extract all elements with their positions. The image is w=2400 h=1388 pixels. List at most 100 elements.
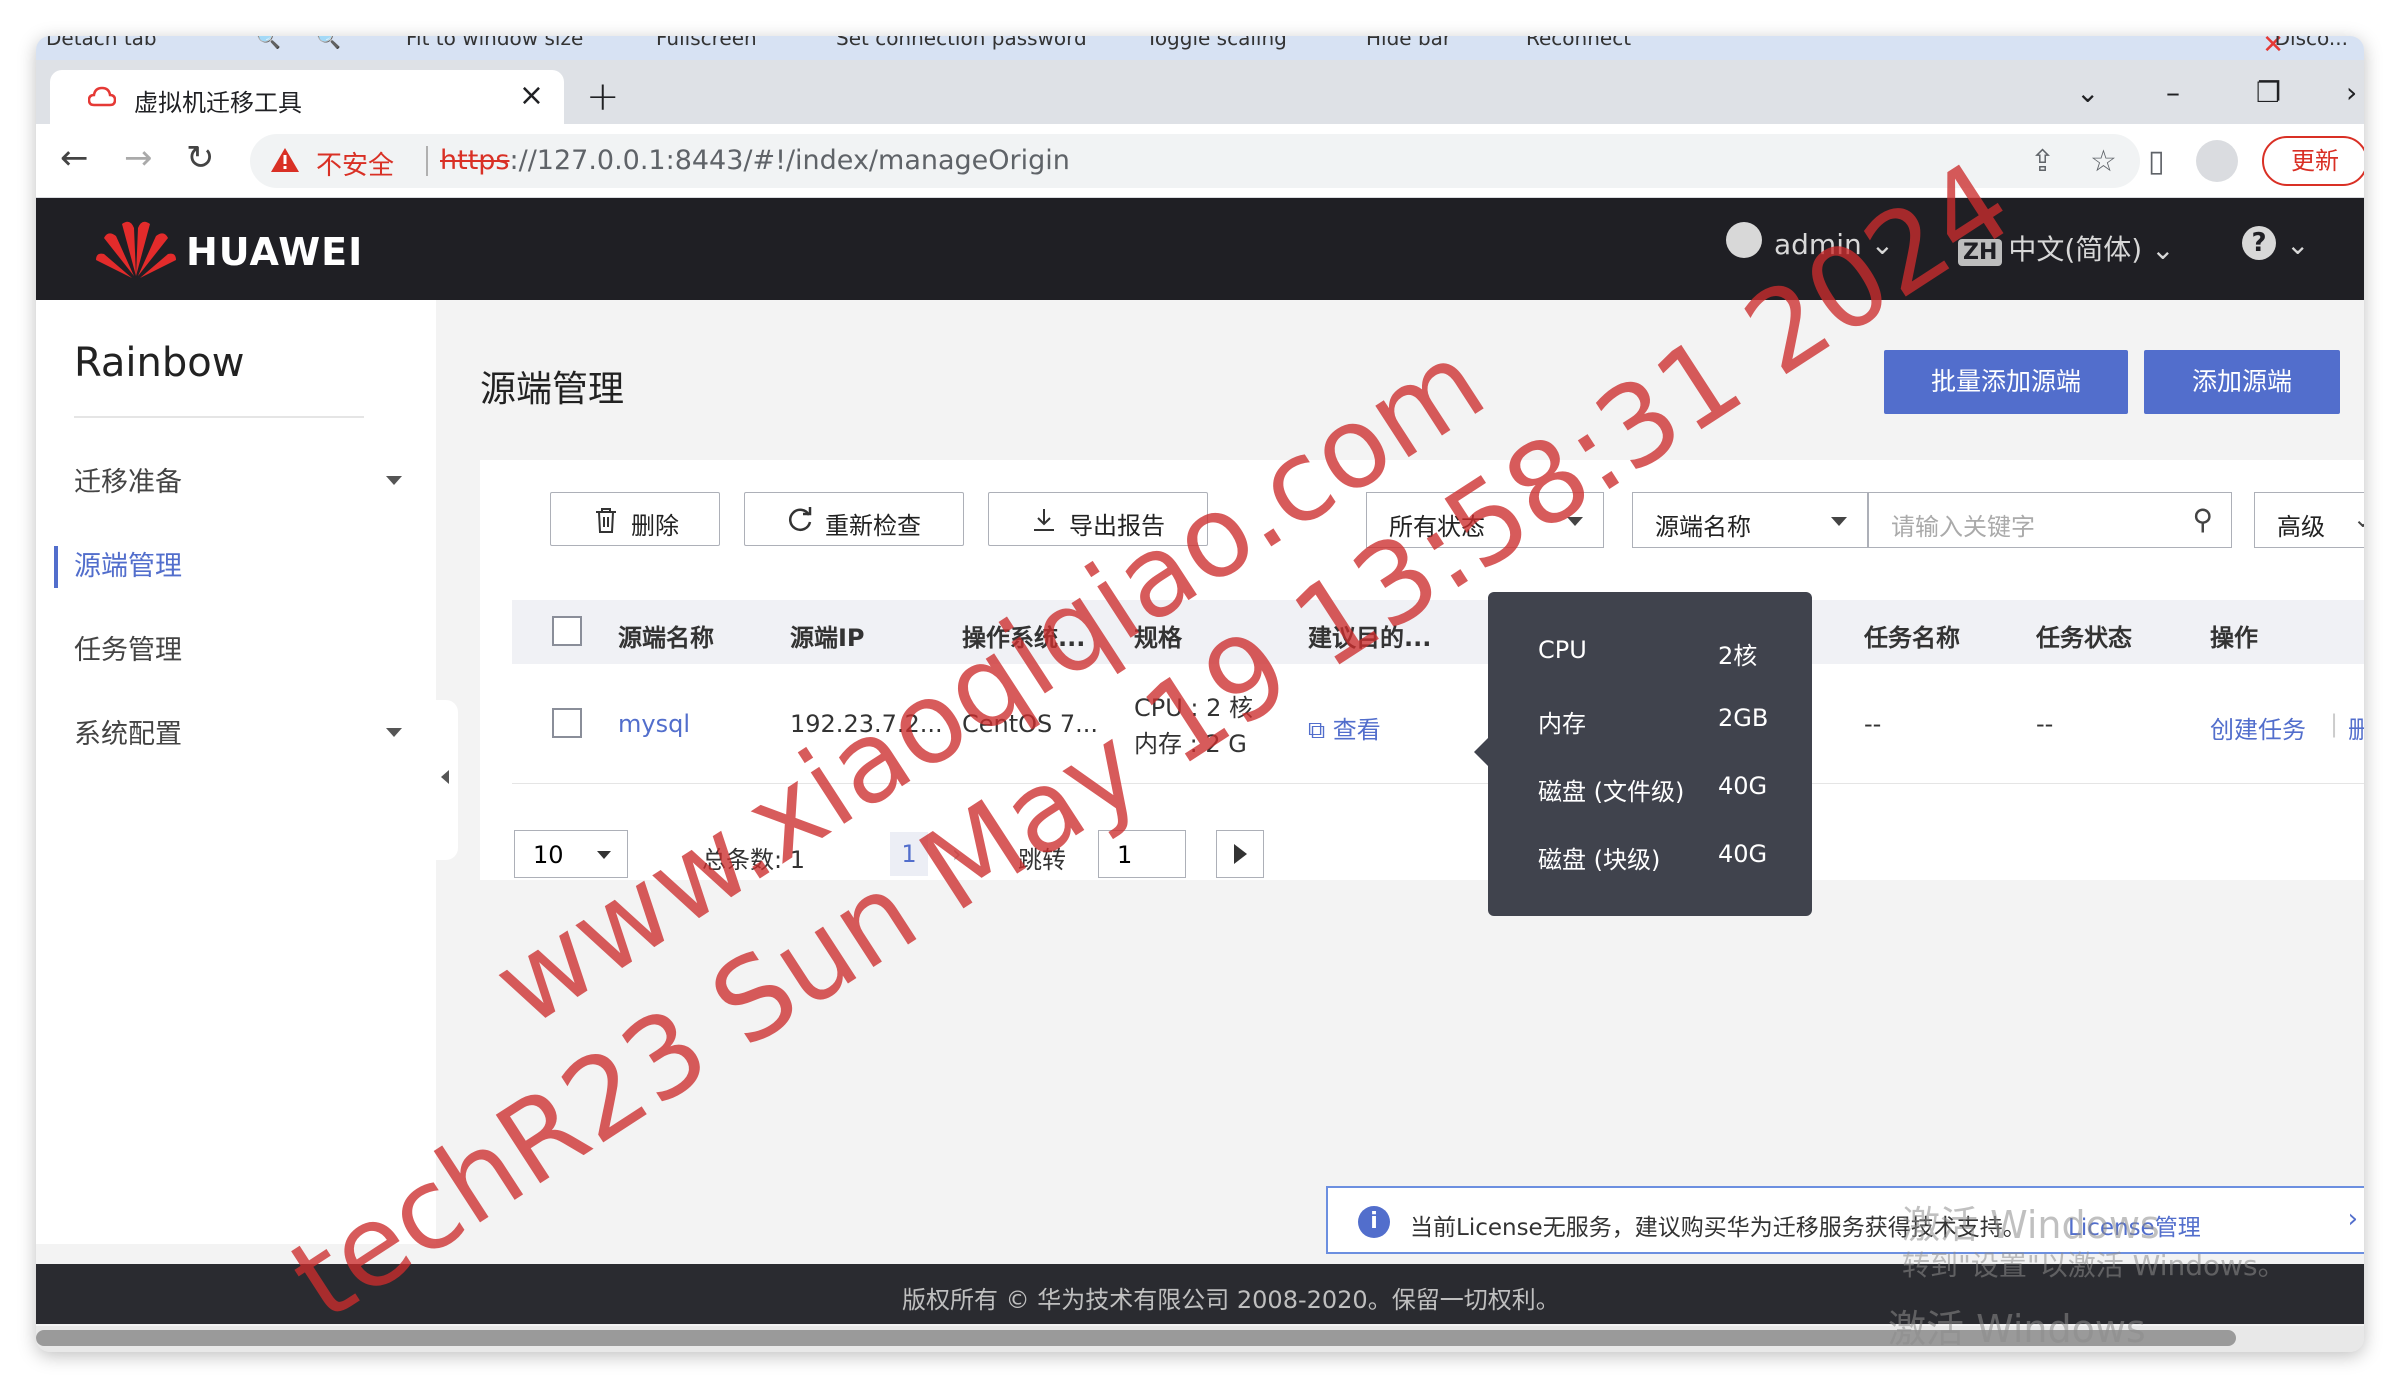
select-all-checkbox[interactable] — [552, 616, 582, 646]
page-number-current[interactable]: 1 — [890, 832, 928, 876]
advanced-label: 高级 — [2277, 513, 2325, 541]
export-report-button[interactable]: 导出报告 — [988, 492, 1208, 546]
rd-set-password[interactable]: Set connection password — [836, 36, 1087, 50]
rd-reconnect[interactable]: Reconnect — [1526, 36, 1631, 50]
tab-strip: 虚拟机迁移工具 × + ⌄ – ❐ › — [36, 60, 2364, 124]
sidebar-item-system-config[interactable]: 系统配置 — [74, 712, 182, 751]
rd-fullscreen[interactable]: Fullscreen — [656, 36, 757, 50]
rd-detach-tab[interactable]: Detach tab — [46, 36, 157, 50]
search-input[interactable]: 请输入关键字 ⚲ — [1868, 492, 2232, 548]
chevron-double-down-icon: ⌄ — [2352, 505, 2364, 533]
rd-toggle-scaling[interactable]: Toggle scaling — [1146, 36, 1287, 50]
col-task-status[interactable]: 任务状态 — [2036, 618, 2132, 653]
delete-row-link[interactable]: 删除 — [2348, 710, 2364, 745]
add-source-button[interactable]: 添加源端 — [2144, 350, 2340, 414]
bookmark-star-icon[interactable]: ☆ — [2090, 144, 2117, 179]
source-list-card: 删除 重新检查 导出报告 所有状态 源端名称 请输入关键字 ⚲ 高级 ⌄ 源端名… — [480, 460, 2364, 880]
spec-memory: 内存 : 2 G — [1134, 730, 1247, 758]
minimize-icon[interactable]: – — [2166, 76, 2180, 109]
tooltip-value: 2核 — [1718, 642, 1758, 670]
browser-tab[interactable]: 虚拟机迁移工具 × — [50, 70, 564, 124]
windows-activation-hint: 转到"设置"以激活 Windows。 — [1902, 1249, 2286, 1282]
tooltip-value: 2GB — [1718, 704, 1769, 732]
tab-close-icon[interactable]: × — [519, 78, 544, 113]
rd-disconnect[interactable]: Disco... — [2275, 36, 2348, 50]
profile-avatar[interactable] — [2196, 140, 2238, 182]
advanced-search-button[interactable]: 高级 ⌄ — [2254, 492, 2364, 548]
forward-icon[interactable]: → — [124, 138, 153, 178]
user-menu[interactable]: admin ⌄ — [1774, 228, 1894, 261]
rd-hide-bar[interactable]: Hide bar — [1366, 36, 1451, 50]
new-tab-button[interactable]: + — [586, 74, 620, 120]
tooltip-key: 磁盘 (块级) — [1538, 846, 1661, 874]
total-count: 总条数: 1 — [702, 846, 805, 874]
col-actions: 操作 — [2210, 624, 2258, 652]
batch-add-source-button[interactable]: 批量添加源端 — [1884, 350, 2128, 414]
play-icon — [1234, 844, 1247, 864]
delete-button[interactable]: 删除 — [550, 492, 720, 546]
chevron-down-icon[interactable] — [386, 728, 402, 737]
status-filter-select[interactable]: 所有状态 — [1366, 492, 1604, 548]
share-icon[interactable]: ⇪ — [2030, 144, 2055, 179]
warning-icon[interactable] — [270, 146, 300, 174]
restore-icon[interactable]: ❐ — [2256, 76, 2281, 109]
update-button[interactable]: 更新 — [2262, 136, 2364, 186]
copyright: 版权所有 © 华为技术有限公司 2008-2020。保留一切权利。 — [902, 1286, 1560, 1314]
more-icon[interactable]: › — [2346, 76, 2357, 109]
col-suggestion[interactable]: 建议目的... — [1308, 618, 1431, 653]
url-path: ://127.0.0.1:8443/#!/index/manageOrigin — [509, 145, 1070, 176]
back-icon[interactable]: ← — [60, 138, 89, 178]
tooltip-key: 磁盘 (文件级) — [1538, 778, 1685, 806]
sidebar-item-task-management[interactable]: 任务管理 — [74, 628, 182, 667]
page-size-select[interactable]: 10 — [514, 830, 628, 878]
url-text[interactable]: https://127.0.0.1:8443/#!/index/manageOr… — [440, 145, 1070, 176]
help-chevron-icon[interactable]: ⌄ — [2286, 228, 2309, 261]
language-menu[interactable]: ZH 中文(简体) ⌄ — [1958, 228, 2175, 268]
help-icon[interactable]: ? — [2242, 226, 2276, 260]
active-indicator — [54, 546, 58, 588]
jump-go-button[interactable] — [1216, 830, 1264, 878]
omnibox[interactable]: 不安全 https://127.0.0.1:8443/#!/index/mana… — [250, 134, 2140, 188]
source-name-link[interactable]: mysql — [618, 710, 690, 738]
sidepanel-icon[interactable]: ▯ — [2148, 144, 2165, 179]
search-icon[interactable]: ⚲ — [2192, 503, 2213, 536]
tab-search-icon[interactable]: ⌄ — [2076, 76, 2099, 109]
user-avatar-icon[interactable] — [1726, 222, 1762, 258]
download-icon — [1034, 509, 1054, 531]
table-header: 源端名称 源端IP 操作系统... 规格 建议目的... 任务名称 任务状态 操… — [512, 600, 2364, 664]
page-size-value: 10 — [533, 841, 564, 869]
col-spec[interactable]: 规格 — [1134, 618, 1182, 653]
field-select[interactable]: 源端名称 — [1632, 492, 1868, 548]
chevron-right-icon[interactable]: › — [2348, 1204, 2358, 1234]
delete-label: 删除 — [631, 512, 679, 540]
view-suggestion-link[interactable]: ⧉ 查看 — [1308, 710, 1381, 745]
reload-icon[interactable]: ↻ — [186, 138, 215, 178]
sidebar-item-source-management[interactable]: 源端管理 — [74, 544, 182, 583]
rd-fit-window[interactable]: Fit to window size — [406, 36, 583, 50]
chevron-down-icon[interactable] — [386, 476, 402, 485]
next-page-icon[interactable]: › — [952, 840, 962, 868]
chevron-left-icon — [441, 770, 449, 784]
recheck-button[interactable]: 重新检查 — [744, 492, 964, 546]
zoom-out-icon[interactable]: 🔍 — [316, 36, 341, 50]
sidebar: Rainbow 迁移准备 源端管理 任务管理 系统配置 — [36, 300, 436, 1244]
address-bar: ← → ↻ 不安全 https://127.0.0.1:8443/#!/inde… — [36, 124, 2364, 198]
insecure-label[interactable]: 不安全 — [316, 145, 394, 182]
col-source-name[interactable]: 源端名称 — [618, 618, 714, 653]
sidebar-item-migration-prep[interactable]: 迁移准备 — [74, 460, 182, 499]
jump-page-input[interactable]: 1 — [1098, 830, 1186, 878]
col-os[interactable]: 操作系统... — [962, 618, 1085, 653]
col-task-name[interactable]: 任务名称 — [1864, 618, 1960, 653]
tooltip-value: 40G — [1718, 840, 1768, 868]
sidebar-collapse-handle[interactable] — [436, 700, 458, 860]
view-icon: ⧉ — [1308, 716, 1326, 744]
spec-tooltip: CPU 2核 内存 2GB 磁盘 (文件级) 40G 磁盘 (块级) 40G — [1474, 592, 1812, 916]
row-checkbox[interactable] — [552, 708, 582, 738]
separator — [426, 146, 428, 176]
create-task-link[interactable]: 创建任务 — [2210, 710, 2306, 745]
col-source-ip[interactable]: 源端IP — [790, 618, 865, 653]
cloud-icon — [88, 86, 116, 107]
zoom-in-icon[interactable]: 🔍 — [256, 36, 281, 50]
recheck-label: 重新检查 — [825, 512, 921, 540]
divider: | — [2330, 710, 2339, 738]
